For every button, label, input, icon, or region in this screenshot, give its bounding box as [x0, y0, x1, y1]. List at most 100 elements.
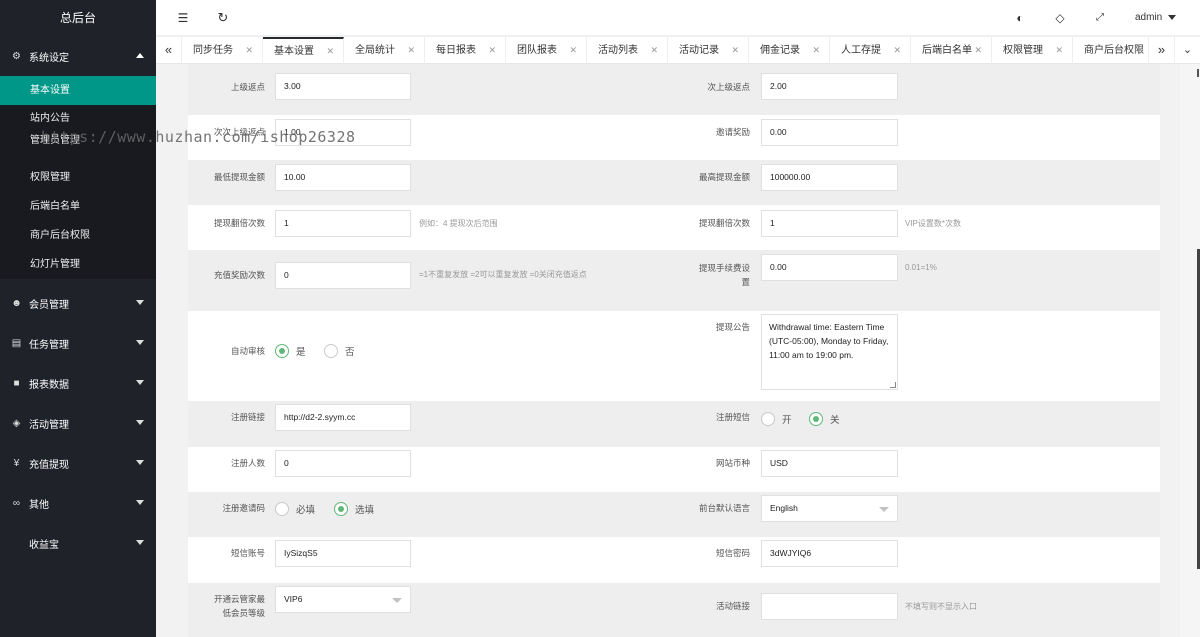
field-hint: 0.01=1%	[905, 263, 937, 272]
chevron-down-icon	[136, 500, 144, 505]
close-icon[interactable]: ✕	[893, 37, 901, 64]
site-currency-input[interactable]: USD	[761, 450, 898, 477]
sidebar: 总后台 ⚙ 系统设定 基本设置 站内公告 管理员管理 权限管理 后端白名单 商户…	[0, 0, 156, 637]
sms-password-input[interactable]: 3dWJYIQ6	[761, 540, 898, 567]
tab-merchant-permissions[interactable]: 商户后台权限 ✕	[1073, 37, 1146, 64]
tab-manual-deposit[interactable]: 人工存提 ✕	[830, 37, 911, 64]
withdraw-multiplier-input[interactable]: 1	[275, 210, 411, 237]
user-menu[interactable]: admin	[1135, 12, 1177, 23]
tab-activity-records[interactable]: 活动记录 ✕	[668, 37, 749, 64]
close-icon[interactable]: ✕	[407, 37, 415, 64]
cloud-butler-min-level-select[interactable]: VIP6	[275, 586, 411, 613]
tab-list: 同步任务 ✕ 基本设置 ✕ 全局统计 ✕ 每日报表 ✕ 团队报表 ✕ 活动列表 ✕ 活动记录 ✕ 佣金记录 ✕…	[182, 37, 1146, 64]
close-icon[interactable]: ✕	[812, 37, 820, 64]
tabs-dropdown-icon[interactable]: ⌄	[1174, 37, 1200, 64]
tab-activity-list[interactable]: 活动列表 ✕	[587, 37, 668, 64]
close-icon[interactable]: ✕	[731, 37, 739, 64]
upline-rebate-input[interactable]: 3.00	[275, 73, 411, 100]
field-label: 短信账号	[230, 548, 265, 558]
menu-collapse-icon[interactable]: ☰	[176, 11, 190, 25]
tab-daily-report[interactable]: 每日报表 ✕	[425, 37, 506, 64]
menu-group-reports[interactable]: ■ 报表数据	[0, 363, 156, 403]
auto-review-yes-radio[interactable]: 是	[275, 344, 306, 358]
sidebar-item-admin-management[interactable]: 管理员管理	[0, 133, 156, 163]
tabs-scroll-left-icon[interactable]: «	[156, 37, 182, 64]
register-link-input[interactable]: http://d2-2.syym.cc	[275, 404, 411, 431]
close-icon[interactable]: ✕	[650, 37, 658, 64]
menu-group-activities[interactable]: ◈ 活动管理	[0, 403, 156, 443]
close-icon[interactable]: ✕	[245, 37, 253, 64]
default-language-select[interactable]: English	[761, 495, 898, 522]
menu-group-earnings[interactable]: 收益宝	[0, 523, 156, 563]
close-icon[interactable]: ✕	[1136, 37, 1144, 64]
tabs-scroll-right-icon[interactable]: »	[1148, 37, 1174, 64]
second-upline-rebate-input[interactable]: 2.00	[761, 73, 898, 100]
menu-group-members[interactable]: ☻ 会员管理	[0, 283, 156, 323]
tab-commission-records[interactable]: 佣金记录 ✕	[749, 37, 830, 64]
sidebar-item-backend-whitelist[interactable]: 后端白名单	[0, 192, 156, 221]
menu-group-recharge-withdraw[interactable]: ¥ 充值提现	[0, 443, 156, 483]
resize-handle-icon[interactable]	[890, 382, 896, 388]
tab-bar: « 同步任务 ✕ 基本设置 ✕ 全局统计 ✕ 每日报表 ✕ 团队报表 ✕ 活动列表 ✕ 活动记录 ✕ 佣金记…	[156, 36, 1200, 64]
radio-unchecked-icon	[275, 502, 289, 516]
tab-basic-settings[interactable]: 基本设置 ✕	[263, 37, 344, 64]
auto-review-no-radio[interactable]: 否	[324, 344, 355, 358]
sidebar-item-permissions[interactable]: 权限管理	[0, 163, 156, 192]
field-hint: 例如：4 提现次后范围	[419, 219, 498, 228]
invite-reward-input[interactable]: 0.00	[761, 119, 898, 146]
select-arrow-icon	[879, 507, 889, 512]
max-withdraw-input[interactable]: 100000.00	[761, 164, 898, 191]
brand-title: 总后台	[0, 0, 156, 36]
sms-account-input[interactable]: IySizqS5	[275, 540, 411, 567]
document-icon: ▤	[11, 337, 22, 349]
close-icon[interactable]: ✕	[569, 37, 577, 64]
menu-group-label: 报表数据	[29, 379, 69, 391]
tab-sync-tasks[interactable]: 同步任务 ✕	[182, 37, 263, 64]
tag-icon[interactable]: ◇	[1053, 11, 1067, 25]
menu-group-label: 会员管理	[29, 299, 69, 311]
menu-group-other[interactable]: ∞ 其他	[0, 483, 156, 523]
sidebar-item-merchant-permissions[interactable]: 商户后台权限	[0, 221, 156, 250]
invite-code-optional-radio[interactable]: 选填	[334, 502, 374, 516]
tab-global-stats[interactable]: 全局统计 ✕	[344, 37, 425, 64]
fullscreen-icon[interactable]: ⤢	[1093, 11, 1107, 25]
menu-group-tasks[interactable]: ▤ 任务管理	[0, 323, 156, 363]
activity-link-input[interactable]	[761, 593, 898, 620]
form-row: 短信账号 IySizqS5 短信密码 3dWJYIQ6	[188, 537, 1160, 583]
field-label: 低会员等级	[222, 608, 265, 618]
form-row: 注册链接 http://d2-2.syym.cc 注册短信 开 关	[188, 401, 1160, 447]
tab-permissions[interactable]: 权限管理 ✕	[992, 37, 1073, 64]
vip-withdraw-multiplier-input[interactable]: 1	[761, 210, 898, 237]
refresh-icon[interactable]: ↻	[216, 11, 230, 25]
close-icon[interactable]: ✕	[326, 39, 334, 64]
field-label: 次上级返点	[707, 82, 750, 92]
username: admin	[1135, 12, 1163, 23]
close-icon[interactable]: ✕	[1055, 37, 1063, 64]
withdraw-fee-input[interactable]: 0.00	[761, 254, 898, 281]
register-sms-off-radio[interactable]: 关	[809, 412, 840, 426]
recharge-reward-count-input[interactable]: 0	[275, 262, 411, 289]
field-label: 开通云管家最	[213, 594, 265, 604]
field-label: 活动链接	[715, 601, 750, 611]
menu-group-system-settings[interactable]: ⚙ 系统设定	[0, 36, 156, 76]
field-label: 最低提现金额	[213, 172, 265, 182]
sidebar-item-slides[interactable]: 幻灯片管理	[0, 250, 156, 279]
chevron-down-icon	[136, 300, 144, 305]
close-icon[interactable]: ✕	[974, 37, 982, 64]
tab-team-report[interactable]: 团队报表 ✕	[506, 37, 587, 64]
close-icon[interactable]: ✕	[488, 37, 496, 64]
theme-icon[interactable]: ◐	[1013, 11, 1027, 25]
register-sms-on-radio[interactable]: 开	[761, 412, 792, 426]
field-label: 充值奖励次数	[213, 270, 265, 280]
form-row: 充值奖励次数 0 =1不重复发放 =2可以重复发放 =0关闭充值返点 提现手续费…	[188, 250, 1160, 311]
sidebar-item-basic-settings[interactable]: 基本设置	[0, 76, 156, 105]
field-label: 注册邀请码	[222, 503, 265, 513]
sidebar-item-announcements[interactable]: 站内公告	[0, 105, 156, 133]
withdraw-notice-textarea[interactable]: Withdrawal time: Eastern Time (UTC-05:00…	[761, 314, 898, 390]
tab-backend-whitelist[interactable]: 后端白名单 ✕	[911, 37, 992, 64]
invite-code-required-radio[interactable]: 必填	[275, 502, 315, 516]
form-row: 注册人数 0 网站币种 USD	[188, 447, 1160, 492]
min-withdraw-input[interactable]: 10.00	[275, 164, 411, 191]
third-upline-rebate-input[interactable]: 1.00	[275, 119, 411, 146]
register-count-input[interactable]: 0	[275, 450, 411, 477]
